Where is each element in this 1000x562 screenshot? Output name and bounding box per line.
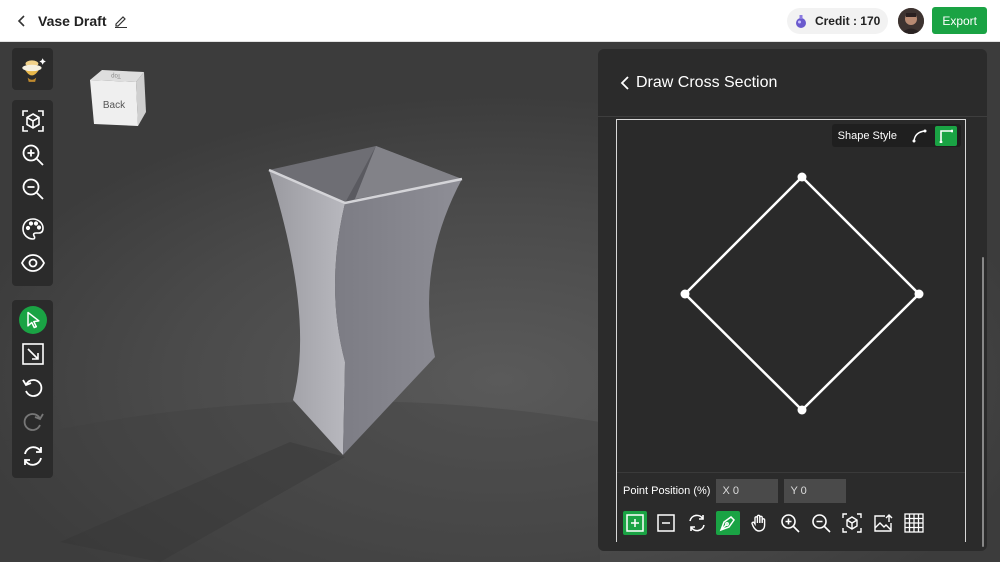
curve-style-button[interactable]	[909, 126, 931, 146]
refresh-icon	[23, 446, 42, 466]
pen-tool-button[interactable]	[716, 511, 740, 535]
canvas-zoom-out-button[interactable]	[809, 511, 833, 535]
asset-library-button[interactable]	[12, 48, 53, 90]
redo-button[interactable]	[12, 405, 53, 439]
credit-label: Credit : 170	[814, 13, 881, 28]
potion-icon	[795, 14, 806, 28]
fit-view-icon	[842, 513, 862, 533]
view-toolbar	[12, 100, 53, 286]
redo-icon	[23, 413, 44, 431]
visibility-button[interactable]	[12, 246, 53, 280]
point-position-row: Point Position (%)	[623, 479, 847, 503]
edit-toolbar	[12, 300, 53, 478]
asset-toolbar	[12, 48, 53, 90]
control-point[interactable]	[680, 289, 690, 299]
back-button[interactable]	[12, 11, 32, 31]
image-upload-icon	[874, 514, 893, 532]
user-photo-icon	[898, 7, 925, 34]
fit-view-icon	[21, 110, 44, 132]
panel-title: Draw Cross Section	[636, 73, 778, 91]
fit-view-button[interactable]	[12, 104, 53, 138]
x-position-input[interactable]	[716, 479, 779, 503]
curve-icon	[912, 129, 927, 142]
document-title: Vase Draft	[38, 12, 107, 29]
grid-icon	[904, 513, 924, 533]
zoom-out-icon	[22, 178, 44, 200]
refresh-icon	[689, 514, 705, 532]
canvas-fit-button[interactable]	[840, 511, 864, 535]
grid-toggle-button[interactable]	[902, 511, 926, 535]
control-point[interactable]	[797, 405, 807, 415]
corner-style-button[interactable]	[935, 125, 957, 146]
export-button[interactable]: Export	[932, 7, 987, 34]
select-tool-highlight	[18, 306, 47, 334]
cross-section-panel: Draw Cross Section Shape Style Point Pos…	[598, 49, 987, 551]
refresh-shape-button[interactable]	[685, 511, 709, 535]
credit-badge[interactable]: Credit : 170	[786, 7, 889, 34]
zoom-in-icon	[22, 144, 44, 166]
canvas-tools	[623, 511, 933, 535]
shape-style-label: Shape Style	[837, 129, 897, 142]
panel-header: Draw Cross Section	[598, 49, 987, 117]
select-tool-button[interactable]	[12, 303, 53, 337]
palette-icon	[21, 218, 44, 240]
canvas-toolbar: Point Position (%)	[617, 472, 965, 542]
view-cube-top-label: Top	[111, 72, 121, 78]
upload-image-button[interactable]	[871, 511, 895, 535]
material-button[interactable]	[12, 212, 53, 246]
zoom-in-button[interactable]	[12, 138, 53, 172]
cursor-arrow-icon	[26, 311, 40, 329]
chevron-left-icon	[17, 14, 25, 27]
cross-section-canvas[interactable]: Shape Style	[617, 120, 965, 472]
view-cube-face-label: Back	[103, 100, 126, 111]
point-position-label: Point Position (%)	[623, 485, 711, 497]
add-point-button[interactable]	[623, 511, 647, 535]
reset-button[interactable]	[12, 439, 53, 473]
zoom-out-button[interactable]	[12, 172, 53, 206]
hand-icon	[751, 514, 766, 532]
scale-tool-button[interactable]	[12, 337, 53, 371]
pan-tool-button[interactable]	[747, 511, 771, 535]
eye-icon	[20, 254, 45, 272]
canvas-zoom-in-button[interactable]	[778, 511, 802, 535]
pen-icon	[719, 516, 735, 532]
shape-style-control: Shape Style	[831, 124, 961, 147]
zoom-in-icon	[781, 514, 800, 533]
undo-icon	[21, 379, 42, 397]
panel-scrollbar[interactable]	[982, 257, 984, 547]
corner-icon	[939, 129, 953, 143]
scale-icon	[21, 343, 44, 365]
control-point[interactable]	[797, 172, 807, 182]
vase-library-icon	[21, 58, 46, 82]
top-bar: Vase Draft Credit : 170 Export	[0, 0, 1000, 42]
control-points[interactable]	[617, 120, 965, 472]
chevron-left-icon[interactable]	[620, 75, 630, 91]
remove-point-icon	[657, 514, 675, 532]
remove-point-button[interactable]	[654, 511, 678, 535]
control-point[interactable]	[914, 289, 924, 299]
view-cube[interactable]: Top Back	[86, 68, 150, 132]
edit-title-button[interactable]	[114, 13, 130, 29]
drawing-area: Shape Style Point Position (%)	[616, 119, 966, 542]
vase-model[interactable]	[255, 137, 555, 477]
avatar[interactable]	[898, 7, 925, 34]
y-position-input[interactable]	[784, 479, 847, 503]
pencil-icon	[115, 15, 128, 28]
zoom-out-icon	[812, 514, 831, 533]
undo-button[interactable]	[12, 371, 53, 405]
add-point-icon	[626, 514, 644, 532]
